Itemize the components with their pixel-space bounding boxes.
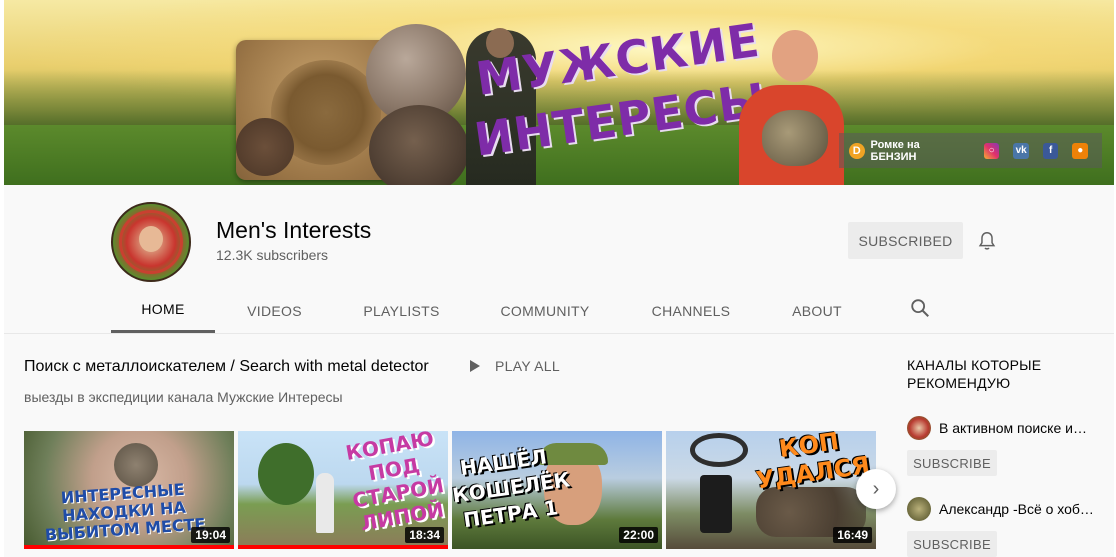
shelf-description: выезды в экспедиции канала Мужские Интер… (24, 389, 343, 405)
play-all-label: PLAY ALL (495, 358, 560, 374)
play-all-button[interactable]: PLAY ALL (470, 358, 560, 374)
featured-channels-title: КАНАЛЫ КОТОРЫЕ РЕКОМЕНДУЮ (907, 357, 1042, 391)
channel-tabs: HOME VIDEOS PLAYLISTS COMMUNITY CHANNELS… (111, 288, 873, 333)
tab-videos[interactable]: VIDEOS (215, 288, 334, 333)
video-thumbnail[interactable]: КОПАЮ ПОД СТАРОЙ ЛИПОЙ 18:34 (238, 431, 448, 549)
featured-channel-name[interactable]: В активном поиске и… (939, 420, 1094, 436)
video-thumbnail[interactable]: НАШЁЛ КОШЕЛЁК ПЕТРА 1 22:00 (452, 431, 662, 549)
watch-progress (238, 545, 448, 549)
subscribed-button[interactable]: SUBSCRIBED (848, 222, 963, 259)
featured-channel: Александр -Всё о хоб… SUBSCRIBE (907, 497, 1107, 557)
banner-coin (369, 105, 469, 185)
banner-links: D Ромке на БЕНЗИН ○ vk f ● (839, 133, 1102, 168)
tab-home[interactable]: HOME (111, 288, 215, 333)
video-duration: 22:00 (619, 527, 658, 543)
tab-about[interactable]: ABOUT (761, 288, 873, 333)
channel-name: Men's Interests (216, 217, 372, 243)
video-thumbnail[interactable]: ИНТЕРЕСНЫЕ НАХОДКИ НА ВЫБИТОМ МЕСТЕ 19:0… (24, 431, 234, 549)
chevron-right-icon: › (872, 477, 880, 500)
featured-channel-name[interactable]: Александр -Всё о хоб… (939, 501, 1094, 517)
banner-person-right (734, 30, 844, 185)
instagram-icon[interactable]: ○ (983, 142, 1000, 159)
video-duration: 19:04 (191, 527, 230, 543)
banner-coin (236, 118, 294, 176)
channel-avatar[interactable] (111, 202, 191, 282)
tab-playlists[interactable]: PLAYLISTS (334, 288, 469, 333)
video-duration: 18:34 (405, 527, 444, 543)
shelf-title[interactable]: Поиск с металлоискателем / Search with m… (24, 358, 429, 376)
thumbnail-caption: НАШЁЛ КОШЕЛЁК ПЕТРА 1 (452, 444, 572, 533)
channel-header: Men's Interests 12.3K subscribers SUBSCR… (4, 185, 1114, 333)
featured-channel: В активном поиске и… SUBSCRIBE (907, 416, 1107, 476)
watch-progress (24, 545, 234, 549)
donationalerts-icon[interactable]: D (849, 142, 865, 159)
shelf-next-button[interactable]: › (856, 469, 896, 509)
video-thumbnail[interactable]: КОП УДАЛСЯ 16:49 (666, 431, 876, 549)
tab-channels[interactable]: CHANNELS (621, 288, 761, 333)
facebook-icon[interactable]: f (1042, 142, 1059, 159)
notification-bell-icon[interactable] (976, 229, 998, 253)
subscriber-count: 12.3K subscribers (216, 247, 329, 263)
play-icon (470, 360, 480, 372)
avatar[interactable] (907, 416, 931, 440)
vk-icon[interactable]: vk (1013, 142, 1029, 159)
home-content: Поиск с металлоискателем / Search with m… (4, 333, 1114, 557)
thumbnail-caption: КОПАЮ ПОД СТАРОЙ ЛИПОЙ (343, 431, 446, 536)
search-icon[interactable] (909, 297, 931, 319)
channel-banner: МУЖСКИЕ ИНТЕРЕСЫ D Ромке на БЕНЗИН ○ vk … (4, 0, 1114, 185)
tab-community[interactable]: COMMUNITY (469, 288, 621, 333)
video-duration: 16:49 (833, 527, 872, 543)
donate-link[interactable]: Ромке на БЕНЗИН (871, 139, 966, 163)
subscribe-button[interactable]: SUBSCRIBE (907, 531, 997, 557)
subscribe-button[interactable]: SUBSCRIBE (907, 450, 997, 476)
odnoklassniki-icon[interactable]: ● (1072, 142, 1088, 159)
avatar[interactable] (907, 497, 931, 521)
